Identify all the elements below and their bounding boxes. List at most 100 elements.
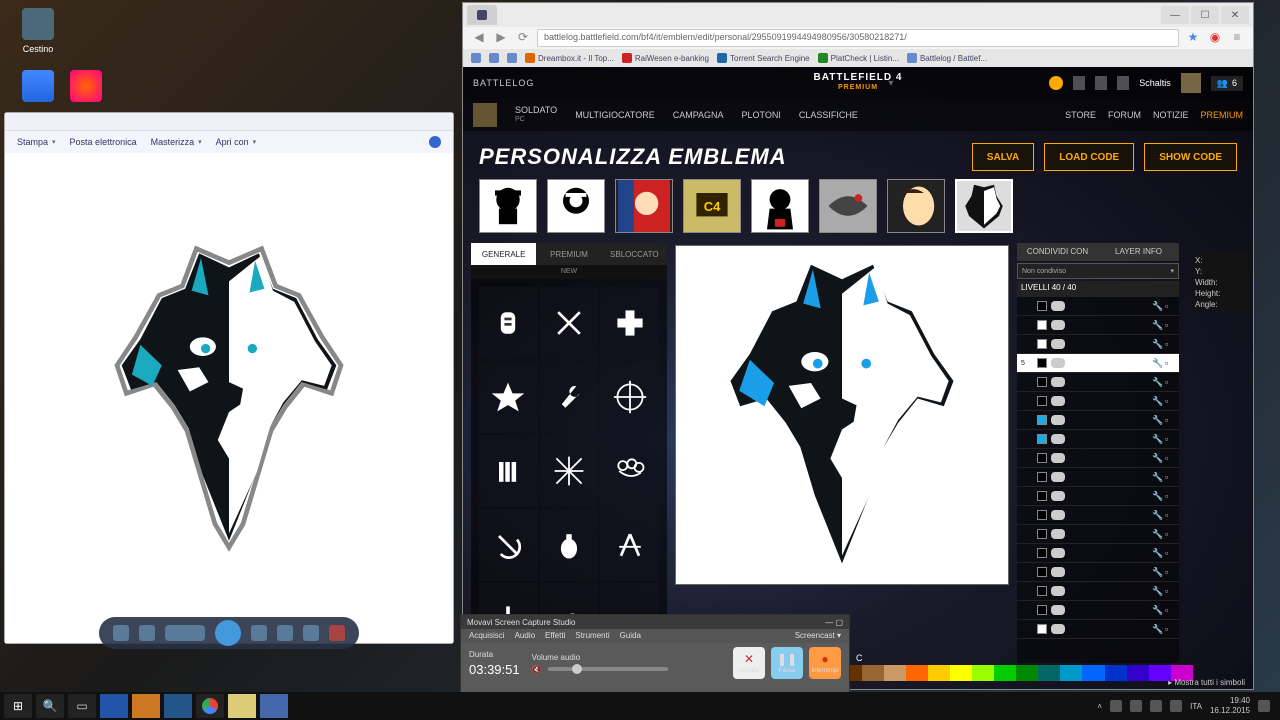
tray-notifications-icon[interactable] (1258, 700, 1270, 712)
layer-tool-icon[interactable]: 🔧 (1152, 358, 1162, 368)
mv-volume-slider[interactable] (548, 667, 668, 671)
emblem-thumb[interactable] (887, 179, 945, 233)
pv-menu-open[interactable]: Apri con ▾ (216, 137, 257, 147)
color-swatch[interactable] (1060, 665, 1082, 681)
search-button[interactable]: 🔍 (36, 694, 64, 718)
mv-menu-capture[interactable]: Acquisisci (469, 631, 505, 641)
taskbar-explorer[interactable] (228, 694, 256, 718)
bookmark-item[interactable] (507, 53, 517, 63)
taskbar-app[interactable] (260, 694, 288, 718)
layer-tool-icon[interactable]: 🔧 (1152, 415, 1162, 425)
layer-row[interactable]: 🔧▫ (1017, 544, 1179, 563)
layer-row[interactable]: 🔧▫ (1017, 449, 1179, 468)
layer-dup-icon[interactable]: ▫ (1165, 358, 1175, 368)
nav-leaderboards[interactable]: CLASSIFICHE (799, 110, 858, 120)
mv-minimize[interactable]: — ▢ (825, 618, 843, 627)
mv-title-bar[interactable]: Movavi Screen Capture Studio — ▢ (461, 615, 849, 629)
shape-rifles[interactable] (600, 509, 659, 581)
shape-cross[interactable] (600, 287, 659, 359)
color-swatch[interactable] (1082, 665, 1104, 681)
mv-menu-tools[interactable]: Strumenti (575, 631, 609, 641)
layer-row[interactable]: 🔧▫ (1017, 582, 1179, 601)
layer-row[interactable]: 🔧▫ (1017, 411, 1179, 430)
layer-dup-icon[interactable]: ▫ (1165, 586, 1175, 596)
layer-dup-icon[interactable]: ▫ (1165, 624, 1175, 634)
layer-tool-icon[interactable]: 🔧 (1152, 396, 1162, 406)
layer-row[interactable]: 🔧▫ (1017, 601, 1179, 620)
battlepack-icon[interactable] (1049, 76, 1063, 90)
nav-news[interactable]: NOTIZIE (1153, 110, 1189, 120)
username[interactable]: Schaltis (1139, 78, 1171, 88)
soldier-avatar[interactable] (473, 103, 497, 127)
nav-multiplayer[interactable]: MULTIGIOCATORE (575, 110, 655, 120)
taskbar-chrome[interactable] (196, 694, 224, 718)
pv-menu-print[interactable]: Stampa ▾ (17, 137, 56, 147)
desktop-recycle-bin[interactable]: Cestino (8, 8, 68, 54)
trophy-icon[interactable] (1095, 76, 1107, 90)
layer-dup-icon[interactable]: ▫ (1165, 434, 1175, 444)
chat-icon[interactable] (1117, 76, 1129, 90)
color-swatch[interactable] (1105, 665, 1127, 681)
color-swatch[interactable] (884, 665, 906, 681)
layer-row[interactable]: 🔧▫ (1017, 468, 1179, 487)
color-swatch[interactable] (1016, 665, 1038, 681)
layer-row[interactable]: 🔧▫ (1017, 392, 1179, 411)
shape-bullets[interactable] (479, 435, 538, 507)
bookmark-item[interactable] (471, 53, 481, 63)
show-code-button[interactable]: SHOW CODE (1144, 143, 1237, 171)
window-close[interactable]: ✕ (1221, 6, 1249, 24)
color-swatch[interactable] (862, 665, 884, 681)
layer-dup-icon[interactable]: ▫ (1165, 510, 1175, 520)
tray-icon[interactable] (1130, 700, 1142, 712)
color-swatch[interactable] (928, 665, 950, 681)
nav-store[interactable]: STORE (1065, 110, 1096, 120)
user-avatar[interactable] (1181, 73, 1201, 93)
shape-dogtag[interactable] (479, 287, 538, 359)
soldier-label[interactable]: SOLDATO PC (515, 105, 557, 125)
tray-clock[interactable]: 19:40 16.12.2015 (1210, 696, 1250, 716)
desktop-icon-2[interactable] (56, 70, 116, 106)
nav-premium[interactable]: PREMIUM (1201, 110, 1244, 120)
layer-tool-icon[interactable]: 🔧 (1152, 320, 1162, 330)
share-dropdown[interactable]: Non condiviso▾ (1017, 263, 1179, 279)
layer-row[interactable]: 🔧▫ (1017, 297, 1179, 316)
layer-tool-icon[interactable]: 🔧 (1152, 434, 1162, 444)
pv-menu-burn[interactable]: Masterizza ▾ (151, 137, 202, 147)
layer-dup-icon[interactable]: ▫ (1165, 453, 1175, 463)
layer-dup-icon[interactable]: ▫ (1165, 548, 1175, 558)
browser-tab[interactable] (467, 5, 497, 25)
mv-screencast[interactable]: Screencast ▾ (795, 631, 841, 641)
pv-rotate-left[interactable] (277, 625, 293, 641)
shape-tab-general[interactable]: GENERALE (471, 243, 536, 265)
emblem-thumb[interactable] (819, 179, 877, 233)
layer-dup-icon[interactable]: ▫ (1165, 605, 1175, 615)
mv-menu-help[interactable]: Guida (620, 631, 641, 641)
layer-tool-icon[interactable]: 🔧 (1152, 453, 1162, 463)
emblem-thumb[interactable]: C4 (683, 179, 741, 233)
layer-dup-icon[interactable]: ▫ (1165, 567, 1175, 577)
battlelog-logo[interactable]: BATTLELOG (473, 78, 534, 88)
layer-tool-icon[interactable]: 🔧 (1152, 529, 1162, 539)
bookmark-item[interactable]: Torrent Search Engine (717, 53, 810, 63)
taskbar-app[interactable] (132, 694, 160, 718)
window-maximize[interactable]: ☐ (1191, 6, 1219, 24)
layer-tool-icon[interactable]: 🔧 (1152, 472, 1162, 482)
layer-tool-icon[interactable]: 🔧 (1152, 301, 1162, 311)
layer-dup-icon[interactable]: ▫ (1165, 529, 1175, 539)
save-button[interactable]: SALVA (972, 143, 1034, 171)
shape-arrows[interactable] (540, 435, 599, 507)
layer-row[interactable]: 🔧▫ (1017, 525, 1179, 544)
pv-title-bar[interactable] (5, 113, 453, 131)
layer-row[interactable]: 🔧▫ (1017, 316, 1179, 335)
back-button[interactable]: ◀ (471, 30, 487, 46)
layer-tool-icon[interactable]: 🔧 (1152, 377, 1162, 387)
pv-zoom-slider[interactable] (165, 625, 205, 641)
mv-cancel-button[interactable]: ✕Annulla (733, 647, 765, 679)
shape-tab-premium[interactable]: PREMIUM (536, 243, 601, 265)
color-swatch[interactable] (950, 665, 972, 681)
layer-row[interactable]: 🔧▫ (1017, 373, 1179, 392)
bookmark-item[interactable]: Battlelog / Battlef... (907, 53, 987, 63)
bookmark-item[interactable] (489, 53, 499, 63)
layer-row[interactable]: 5 🔧▫ (1017, 354, 1179, 373)
layer-row[interactable]: 🔧▫ (1017, 430, 1179, 449)
